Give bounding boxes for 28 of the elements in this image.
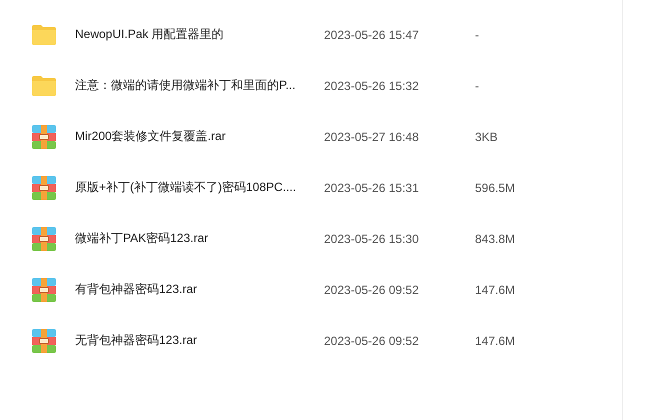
file-name[interactable]: 注意：微端的请使用微端补丁和里面的P... [75, 77, 324, 94]
archive-icon [31, 328, 57, 352]
modified-date: 2023-05-26 15:47 [324, 28, 420, 42]
modified-date: 2023-05-26 15:31 [324, 180, 420, 194]
modified-date: 2023-05-26 15:32 [324, 78, 420, 92]
folder-icon [31, 74, 57, 96]
file-size: - [475, 78, 479, 92]
file-size: 596.5M [475, 180, 516, 194]
archive-icon [31, 226, 57, 250]
archive-icon [31, 176, 57, 200]
file-size: - [475, 28, 479, 42]
file-name[interactable]: 有背包神器密码123.rar [75, 281, 324, 298]
modified-date: 2023-05-26 09:52 [324, 334, 420, 348]
file-size: 843.8M [475, 232, 516, 246]
file-name[interactable]: Mir200套装修文件复覆盖.rar [75, 128, 324, 145]
file-name[interactable]: NewopUI.Pak 用配置器里的 [75, 26, 324, 43]
file-size: 147.6M [475, 334, 516, 348]
archive-icon [31, 278, 57, 302]
file-size: 147.6M [475, 282, 516, 296]
modified-date: 2023-05-26 09:52 [324, 282, 420, 296]
modified-date: 2023-05-26 15:30 [324, 232, 420, 246]
file-name[interactable]: 微端补丁PAK密码123.rar [75, 230, 324, 247]
folder-icon [31, 24, 57, 46]
file-name[interactable]: 原版+补丁(补丁微端读不了)密码108PC.... [75, 179, 324, 196]
file-size: 3KB [475, 130, 498, 144]
archive-icon [31, 124, 57, 148]
file-name[interactable]: 无背包神器密码123.rar [75, 332, 324, 349]
modified-date: 2023-05-27 16:48 [324, 130, 420, 144]
